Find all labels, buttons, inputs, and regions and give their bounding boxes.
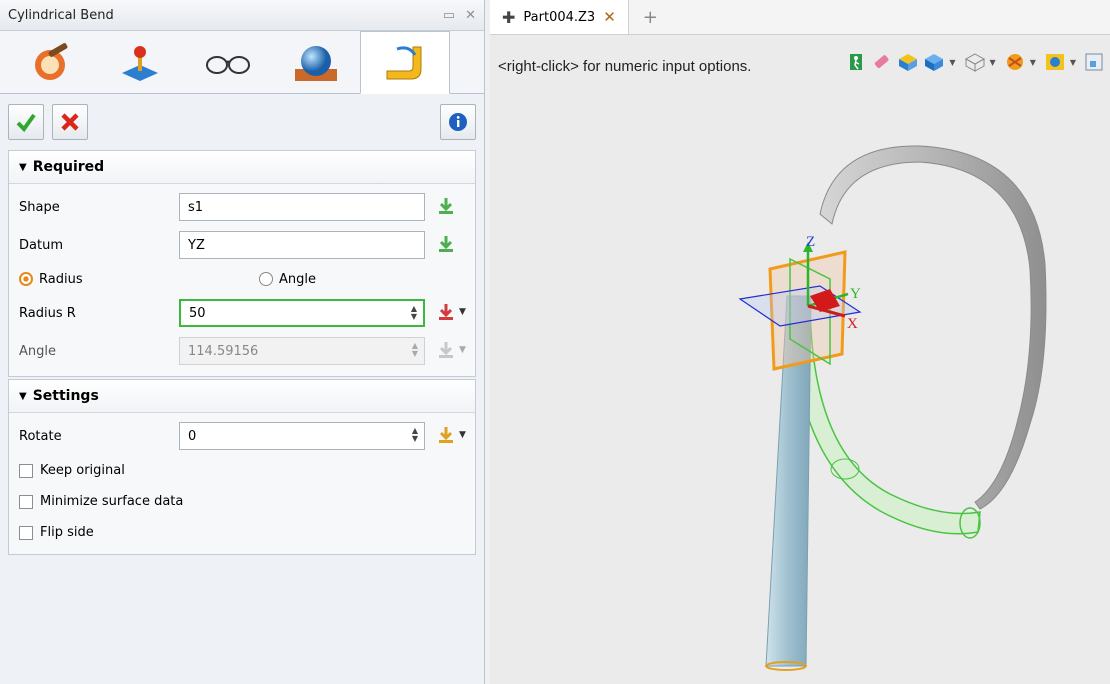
info-icon xyxy=(449,113,467,131)
spinner-icon[interactable]: ▲ ▼ xyxy=(411,305,417,321)
angle-radio[interactable]: Angle xyxy=(259,272,316,287)
tab-joystick[interactable] xyxy=(96,33,184,93)
spinner-icon[interactable]: ▲ ▼ xyxy=(412,427,418,443)
chevron-down-icon[interactable]: ▼ xyxy=(949,58,955,67)
view-toolbar: ▼ ▼ ▼ ▼ xyxy=(847,52,1104,72)
keep-original-checkbox[interactable]: Keep original xyxy=(9,455,475,486)
wireframe-cube-icon[interactable] xyxy=(964,52,986,72)
bend-tool-icon xyxy=(35,43,68,80)
axis-x-label: X xyxy=(847,316,858,332)
settings-header[interactable]: ▼ Settings xyxy=(9,380,475,413)
angle-row: Angle 114.59156 ▲ ▼ ▼ xyxy=(9,332,475,370)
cancel-button[interactable] xyxy=(52,104,88,140)
shape-row: Shape s1 xyxy=(9,188,475,226)
rotate-label: Rotate xyxy=(19,428,62,444)
mode-row: Radius Angle xyxy=(9,264,475,294)
chevron-down-icon[interactable]: ▼ xyxy=(1030,58,1036,67)
chevron-down-icon[interactable]: ▼ xyxy=(459,430,466,440)
joystick-icon xyxy=(122,46,158,81)
datum-label: Datum xyxy=(19,237,63,253)
pick-green-icon[interactable] xyxy=(437,234,455,254)
radius-input[interactable]: 50 ▲ ▼ xyxy=(179,299,425,327)
collapse-triangle-icon: ▼ xyxy=(19,161,27,173)
radius-row: Radius R 50 ▲ ▼ ▼ xyxy=(9,294,475,332)
view-cube-yellow-icon[interactable] xyxy=(897,52,919,72)
pick-yellow-icon[interactable] xyxy=(437,425,455,445)
exit-icon[interactable] xyxy=(847,52,867,72)
check-icon xyxy=(16,113,36,133)
panel-title: Cylindrical Bend xyxy=(8,7,114,23)
shaded-cube-icon[interactable] xyxy=(923,52,945,72)
tab-label: Part004.Z3 xyxy=(523,9,596,25)
sphere-icon xyxy=(295,46,337,81)
radius-radio[interactable]: Radius xyxy=(19,272,83,287)
chevron-down-icon: ▼ xyxy=(459,345,466,355)
bend-active-icon xyxy=(386,45,422,79)
ok-button[interactable] xyxy=(8,104,44,140)
restore-icon[interactable]: ▭ xyxy=(443,8,455,23)
x-icon xyxy=(61,113,79,131)
axis-z-label: Z xyxy=(806,234,815,250)
tab-bend-tool[interactable] xyxy=(8,33,96,93)
plus-icon: ✚ xyxy=(502,7,516,27)
collapse-triangle-icon: ▼ xyxy=(19,390,27,402)
fit-view-icon[interactable] xyxy=(1084,52,1104,72)
pick-red-icon[interactable] xyxy=(437,302,455,322)
radio-on-icon xyxy=(19,272,33,286)
required-section: ▼ Required Shape s1 Datum YZ Radius Angl… xyxy=(8,150,476,377)
new-tab-button[interactable]: + xyxy=(629,7,672,28)
pick-disabled-icon xyxy=(439,342,453,358)
panel-titlebar: Cylindrical Bend ▭ ✕ xyxy=(0,0,484,31)
tab-glasses[interactable] xyxy=(184,33,272,93)
rotate-row: Rotate 0 ▲ ▼ ▼ xyxy=(9,417,475,455)
shape-input[interactable]: s1 xyxy=(179,193,425,221)
close-panel-icon[interactable]: ✕ xyxy=(465,8,476,23)
flip-side-checkbox[interactable]: Flip side xyxy=(9,517,475,548)
radius-label: Radius R xyxy=(19,305,76,321)
tool-icon-tabs xyxy=(0,31,484,94)
tab-sphere[interactable] xyxy=(272,33,360,93)
settings-section: ▼ Settings Rotate 0 ▲ ▼ ▼ Keep original M… xyxy=(8,379,476,555)
display-icon[interactable] xyxy=(1044,52,1066,72)
datum-row: Datum YZ xyxy=(9,226,475,264)
shape-label: Shape xyxy=(19,199,60,215)
rotate-input[interactable]: 0 ▲ ▼ xyxy=(179,422,425,450)
minimize-surface-checkbox[interactable]: Minimize surface data xyxy=(9,486,475,517)
glasses-icon xyxy=(206,56,250,74)
cylindrical-bend-panel: Cylindrical Bend ▭ ✕ ▼ Required Shape s1… xyxy=(0,0,485,684)
info-button[interactable] xyxy=(440,104,476,140)
3d-viewport[interactable]: Z Y X xyxy=(490,34,1110,684)
tab-part004[interactable]: ✚ Part004.Z3 ✕ xyxy=(490,0,629,34)
chevron-down-icon[interactable]: ▼ xyxy=(459,307,466,317)
spinner-icon: ▲ ▼ xyxy=(411,341,418,358)
action-bar xyxy=(0,94,484,150)
checkbox-icon xyxy=(19,494,33,509)
hint-text: <right-click> for numeric input options. xyxy=(498,58,752,75)
eraser-icon[interactable] xyxy=(871,52,893,72)
close-tab-icon[interactable]: ✕ xyxy=(603,8,616,26)
pick-green-icon[interactable] xyxy=(437,196,455,216)
tab-cylindrical-bend[interactable] xyxy=(360,31,450,94)
graphics-area: ✚ Part004.Z3 ✕ + Z Y X <right-click> for… xyxy=(490,0,1110,684)
required-header[interactable]: ▼ Required xyxy=(9,151,475,184)
chevron-down-icon[interactable]: ▼ xyxy=(1070,58,1076,67)
checkbox-icon xyxy=(19,463,33,478)
angle-input: 114.59156 ▲ ▼ xyxy=(179,337,425,365)
chevron-down-icon[interactable]: ▼ xyxy=(990,58,996,67)
radio-off-icon xyxy=(259,272,273,286)
checkbox-icon xyxy=(19,525,33,540)
datum-input[interactable]: YZ xyxy=(179,231,425,259)
datum-planes xyxy=(738,250,862,371)
document-tabs: ✚ Part004.Z3 ✕ + xyxy=(490,0,1110,35)
angle-label: Angle xyxy=(19,343,56,359)
filter-icon[interactable] xyxy=(1004,52,1026,72)
axis-y-label: Y xyxy=(850,286,861,302)
